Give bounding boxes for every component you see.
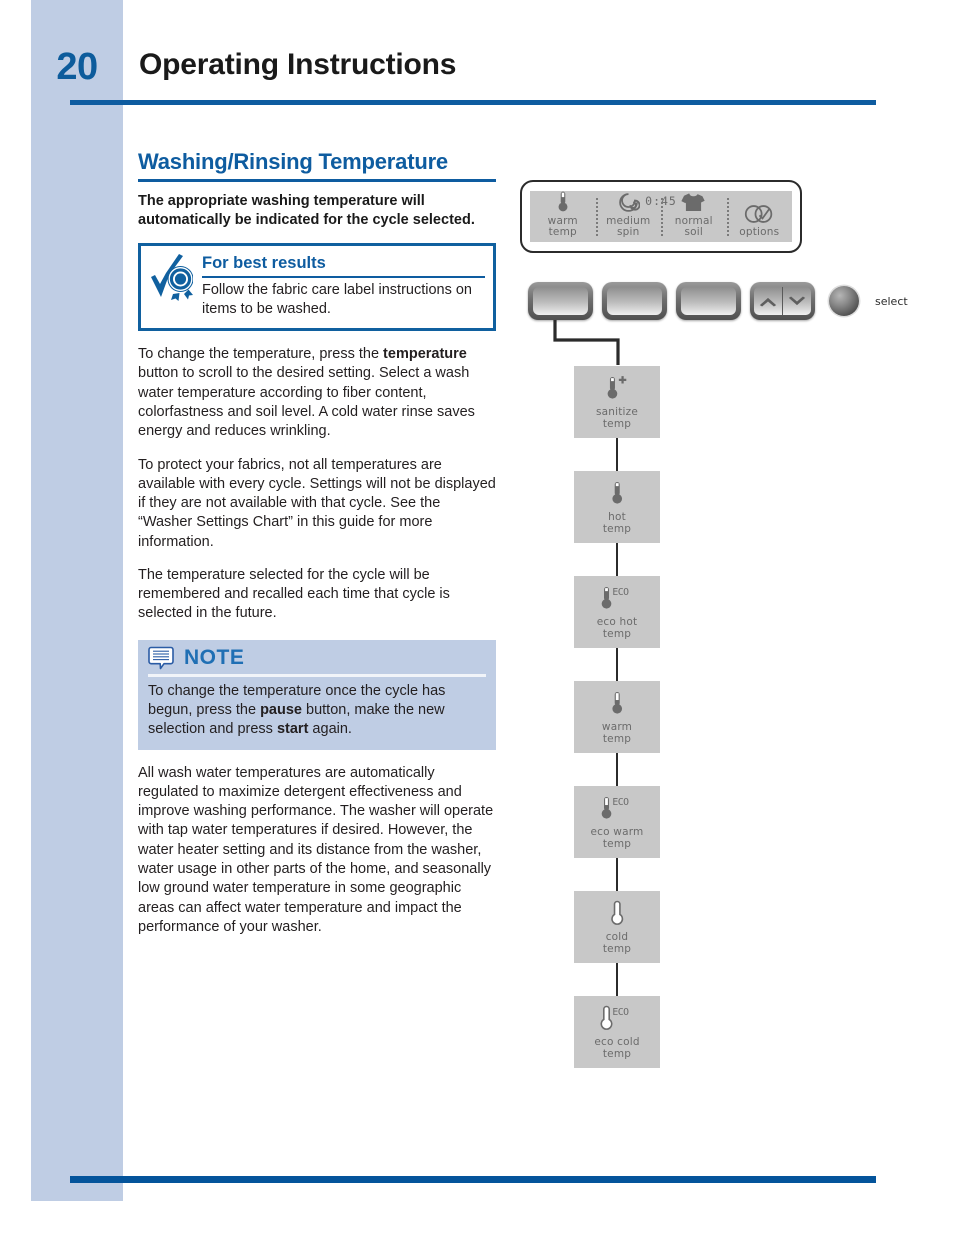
note-header: NOTE — [148, 646, 486, 670]
header-rule — [70, 100, 876, 105]
flow-step-eco-warm-temp: ECO eco warm temp — [574, 786, 660, 858]
temperature-button[interactable] — [528, 282, 593, 320]
lcd-label-options: options — [739, 226, 780, 239]
flow-step-warm-temp: warm temp — [574, 681, 660, 753]
section-lead-text: The appropriate washing temperature will… — [138, 193, 475, 229]
select-knob-icon[interactable] — [829, 286, 859, 316]
options-circles-icon — [744, 198, 774, 225]
for-best-results-box: For best results Follow the fabric care … — [138, 243, 496, 332]
page-number: 20 — [56, 46, 98, 88]
flow-link-5 — [616, 858, 618, 891]
section-heading: Washing/Rinsing Temperature — [138, 149, 448, 174]
lcd-cell-options: options — [726, 191, 793, 242]
chevron-up-icon[interactable] — [754, 287, 782, 315]
thermometer-eco-hot-icon: ECO — [598, 583, 636, 613]
svg-text:ECO: ECO — [612, 1007, 629, 1018]
spin-button-face — [607, 287, 662, 315]
tshirt-soil-icon — [681, 191, 706, 214]
note-title: NOTE — [184, 646, 245, 670]
award-rosette-checkmark-icon — [149, 253, 194, 302]
rocker-faces — [754, 287, 811, 315]
lcd-label-soil: normal soil — [674, 214, 713, 239]
spin-button[interactable] — [602, 282, 667, 320]
flow-label-eco-hot-temp: eco hot temp — [596, 616, 638, 640]
for-best-results-title: For best results — [202, 254, 326, 273]
flow-connector-elbow — [552, 320, 622, 365]
paragraph-1: To change the temperature, press the tem… — [138, 346, 475, 440]
page-side-strip — [31, 0, 123, 1201]
flow-step-eco-cold-temp: ECO eco cold temp — [574, 996, 660, 1068]
thermometer-warm-icon — [609, 688, 626, 718]
flow-step-hot-temp: hot temp — [574, 471, 660, 543]
paragraph-2: To protect your fabrics, not all tempera… — [138, 456, 496, 550]
paragraph-closing: All wash water temperatures are automati… — [138, 764, 494, 935]
flow-link-3 — [616, 648, 618, 681]
for-best-results-text: Follow the fabric care label instruction… — [202, 282, 472, 318]
lcd-screen: 0:45 warm temp medium spin normal soil o… — [530, 191, 792, 242]
lcd-label-temp: warm temp — [547, 214, 578, 239]
temperature-button-face — [533, 287, 588, 315]
page-title: Operating Instructions — [139, 48, 457, 81]
note-box: NOTE To change the temperature once the … — [138, 639, 496, 750]
chevron-down-icon[interactable] — [782, 287, 811, 315]
svg-text:ECO: ECO — [612, 797, 629, 808]
soil-button-face — [681, 287, 736, 315]
flow-label-sanitize-temp: sanitize temp — [595, 406, 639, 430]
thermometer-warm-icon — [556, 190, 570, 214]
thermometer-cold-icon — [609, 898, 626, 928]
flow-link-2 — [616, 543, 618, 576]
lcd-cell-spin: medium spin — [595, 191, 662, 242]
lcd-label-spin: medium spin — [606, 214, 651, 239]
thermometer-hot-icon — [609, 478, 626, 508]
thermometer-eco-warm-icon: ECO — [598, 793, 636, 823]
thermometer-sanitize-plus-icon — [603, 373, 631, 403]
flow-label-cold-temp: cold temp — [602, 931, 632, 955]
flow-label-hot-temp: hot temp — [602, 511, 632, 535]
temperature-flow-list: sanitize temp hot temp ECO eco hot temp … — [574, 366, 660, 1068]
control-panel-display: 0:45 warm temp medium spin normal soil o… — [520, 180, 802, 253]
flow-label-eco-warm-temp: eco warm temp — [590, 826, 644, 850]
lcd-cell-temp: warm temp — [530, 191, 596, 242]
section-heading-rule — [138, 179, 496, 183]
flow-label-warm-temp: warm temp — [601, 721, 633, 745]
flow-link-1 — [616, 438, 618, 471]
flow-label-eco-cold-temp: eco cold temp — [594, 1036, 640, 1060]
flow-link-4 — [616, 753, 618, 786]
paragraph-3: The temperature selected for the cycle w… — [138, 566, 450, 622]
note-rule — [148, 673, 486, 677]
footer-rule — [70, 1176, 876, 1183]
soil-button[interactable] — [676, 282, 741, 320]
thermometer-eco-cold-icon: ECO — [598, 1003, 636, 1033]
flow-link-6 — [616, 963, 618, 996]
scroll-rocker-button[interactable] — [750, 282, 815, 320]
manual-page: 20 Operating Instructions Washing/Rinsin… — [0, 0, 954, 1235]
left-text-column: Washing/Rinsing Temperature The appropri… — [138, 149, 496, 937]
control-panel-buttons: select — [528, 282, 908, 320]
flow-step-cold-temp: cold temp — [574, 891, 660, 963]
select-knob-label: select — [875, 294, 908, 308]
spin-spiral-icon — [617, 191, 640, 214]
note-speech-bubble-icon — [148, 646, 174, 670]
flow-step-eco-hot-temp: ECO eco hot temp — [574, 576, 660, 648]
note-text: To change the temperature once the cycle… — [148, 682, 446, 738]
right-illustration-column: 0:45 warm temp medium spin normal soil o… — [520, 180, 920, 1068]
flow-step-sanitize-temp: sanitize temp — [574, 366, 660, 438]
for-best-results-body: For best results Follow the fabric care … — [202, 253, 485, 319]
lcd-cell-soil: normal soil — [661, 191, 727, 242]
for-best-results-rule — [202, 276, 485, 279]
svg-text:ECO: ECO — [612, 587, 629, 598]
